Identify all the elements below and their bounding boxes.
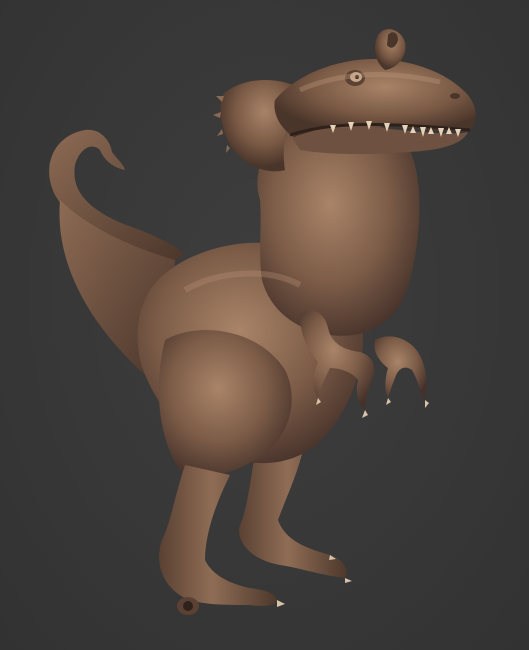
left-arm bbox=[374, 336, 427, 400]
nostril bbox=[450, 93, 460, 99]
viewport bbox=[0, 0, 529, 650]
dinosaur-render bbox=[49, 29, 476, 615]
